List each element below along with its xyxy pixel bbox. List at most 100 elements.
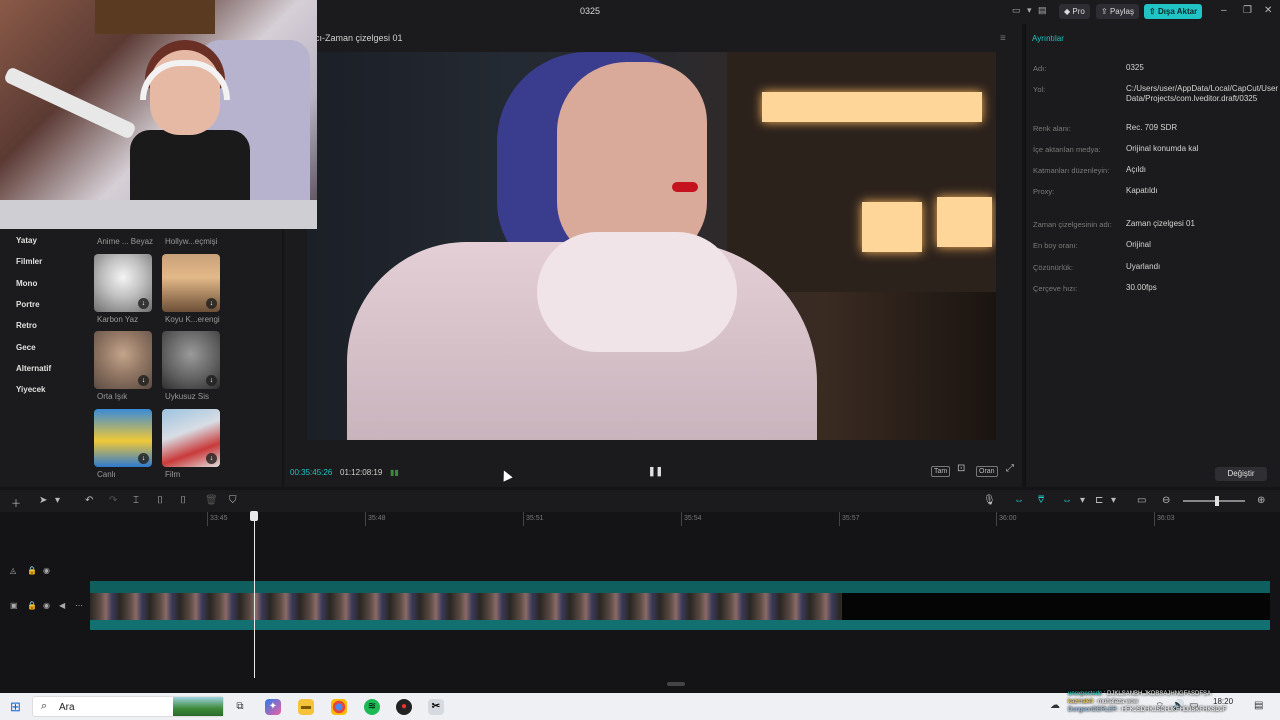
caption-icon[interactable]: ▭ [1137, 495, 1146, 506]
filter-category-4[interactable]: Retro [16, 321, 37, 330]
filter-category-1[interactable]: Filmler [16, 257, 42, 266]
video-clip[interactable] [90, 593, 842, 620]
chevron-down-icon[interactable]: ▾ [1080, 495, 1085, 506]
cloud-icon[interactable]: ☁ [1050, 700, 1060, 711]
video-window-light [862, 202, 922, 252]
detail-value: Kapatıldı [1126, 186, 1158, 195]
select-tool-icon[interactable]: ➤ [39, 495, 47, 506]
minimize-icon[interactable]: – [1221, 5, 1227, 16]
zoom-slider-track[interactable] [1183, 500, 1245, 502]
detail-value: C:/Users/user/AppData/Local/CapCut/User … [1126, 84, 1279, 103]
lock-icon[interactable]: 🔒 [27, 601, 37, 610]
close-icon[interactable]: ✕ [1264, 5, 1272, 16]
download-icon[interactable]: ↓ [206, 298, 217, 309]
export-button[interactable]: ⇧ Dışa Aktar [1144, 4, 1203, 19]
search-placeholder: Ara [59, 702, 75, 713]
ruler-label: 35:51 [526, 515, 544, 522]
capcut-icon[interactable]: ✂ [428, 699, 444, 715]
capcut-window: 0325 ▭ ▾ ▤ ◆ Pro ⇪ Paylaş ⇧ Dışa Aktar –… [0, 0, 1280, 720]
detail-value: Uyarlandı [1126, 262, 1161, 271]
export-icon: ⇧ [1149, 7, 1158, 16]
task-view-icon[interactable]: ⧉ [232, 699, 248, 715]
obs-icon[interactable]: ● [396, 699, 412, 715]
microphone-icon[interactable]: 🎙 [983, 495, 996, 506]
copilot-icon[interactable]: ✦ [265, 699, 281, 715]
chat-message: DungeonDERLER : HFKJSDHKJSDHJKFHDJSKFHKS… [1068, 707, 1227, 713]
filter-thumb[interactable]: ↓ [94, 409, 152, 467]
snapshot-icon[interactable]: ⊡ [955, 464, 967, 475]
spotify-icon[interactable]: ≋ [364, 699, 380, 715]
file-explorer-icon[interactable]: ▬ [298, 699, 314, 715]
zoom-in-icon[interactable]: ⊕ [1257, 495, 1265, 506]
details-tab[interactable]: Ayrıntılar [1032, 34, 1064, 43]
download-icon[interactable]: ↓ [138, 298, 149, 309]
filter-category-2[interactable]: Mono [16, 279, 37, 288]
maximize-icon[interactable]: ❐ [1243, 5, 1252, 16]
detail-value: 30.00fps [1126, 283, 1157, 292]
shortcut-icon[interactable]: ▤ [1038, 5, 1047, 16]
detail-value: Rec. 709 SDR [1126, 123, 1178, 132]
eye-icon[interactable]: ◉ [43, 566, 50, 575]
full-quality-button[interactable]: Tam [931, 466, 951, 477]
chrome-icon[interactable] [331, 699, 347, 715]
layout-icon[interactable]: ▭ [1012, 5, 1021, 16]
speaker-icon[interactable]: ◀ [59, 601, 65, 610]
more-icon[interactable]: ⋯ [75, 601, 83, 610]
filter-thumb[interactable]: ↓ [162, 254, 220, 312]
filter-thumb[interactable]: ↓ [162, 331, 220, 389]
change-button[interactable]: Değiştir [1215, 467, 1267, 481]
undo-icon[interactable]: ↶ [85, 495, 93, 506]
video-window-light [762, 92, 982, 122]
filter-thumb[interactable]: ↓ [94, 331, 152, 389]
filter-thumb[interactable]: ↓ [162, 409, 220, 467]
filter-category-7[interactable]: Yiyecek [16, 385, 46, 394]
share-button[interactable]: ⇪ Paylaş [1096, 4, 1139, 19]
chevron-down-icon[interactable]: ▾ [55, 495, 60, 506]
filter-category-5[interactable]: Gece [16, 343, 36, 352]
detail-key: Katmanları düzenleyin: [1033, 166, 1110, 175]
trim-right-icon[interactable]: ⌷ [180, 495, 186, 506]
video-preview[interactable] [307, 52, 996, 440]
link-main-track-icon[interactable]: ⇔ [1014, 495, 1024, 506]
download-icon[interactable]: ↓ [206, 453, 217, 464]
zoom-out-icon[interactable]: ⊖ [1162, 495, 1170, 506]
fullscreen-icon[interactable]: ⤢ [1004, 464, 1016, 475]
video-clip-blank[interactable] [842, 593, 1270, 620]
clip-header[interactable] [90, 581, 1270, 593]
download-icon[interactable]: ↓ [138, 375, 149, 386]
timeline-scrollbar[interactable] [667, 682, 685, 686]
add-track-icon[interactable]: ＋ [11, 495, 21, 510]
chevron-down-icon[interactable]: ▾ [1027, 5, 1032, 16]
ratio-button[interactable]: Oran [976, 466, 998, 477]
audio-waveform[interactable] [90, 620, 1270, 630]
playhead[interactable] [254, 512, 255, 678]
trim-left-icon[interactable]: ⌷ [157, 495, 163, 506]
download-icon[interactable]: ↓ [206, 375, 217, 386]
chevron-down-icon[interactable]: ▾ [1111, 495, 1116, 506]
delete-icon[interactable]: 🗑 [205, 495, 218, 506]
chat-message: kazmaleli : muhafaza wow [1068, 699, 1139, 705]
split-icon[interactable]: ⌶ [133, 495, 139, 506]
filter-thumb[interactable]: ↓ [94, 254, 152, 312]
windows-start-icon[interactable]: ⊞ [10, 699, 21, 715]
filter-label: Hollyw...eçmişi [165, 237, 218, 246]
redo-icon[interactable]: ↷ [109, 495, 117, 506]
link-clips-icon[interactable]: ⇔ [1062, 495, 1072, 506]
filter-category-3[interactable]: Portre [16, 300, 40, 309]
playhead-handle[interactable] [250, 511, 258, 521]
pro-button[interactable]: ◆ Pro [1059, 4, 1090, 19]
filter-category-0[interactable]: Yatay [16, 236, 37, 245]
filter-category-6[interactable]: Alternatif [16, 364, 51, 373]
filter-label: Karbon Yaz [97, 315, 139, 324]
magnet-icon[interactable]: ⩢ [1038, 495, 1044, 506]
eye-icon[interactable]: ◉ [43, 601, 50, 610]
preview-axis-icon[interactable]: ⊏ [1095, 495, 1103, 506]
zoom-slider-handle[interactable] [1215, 496, 1219, 506]
taskbar-search[interactable]: ⌕ Ara [32, 696, 224, 717]
ruler-tick [365, 512, 366, 526]
menu-icon[interactable]: ≡ [1000, 33, 1006, 44]
lock-icon[interactable]: 🔒 [27, 566, 37, 575]
download-icon[interactable]: ↓ [138, 453, 149, 464]
pause-icon[interactable]: ❚❚ [648, 466, 663, 477]
marker-icon[interactable]: ⛉ [229, 495, 237, 506]
